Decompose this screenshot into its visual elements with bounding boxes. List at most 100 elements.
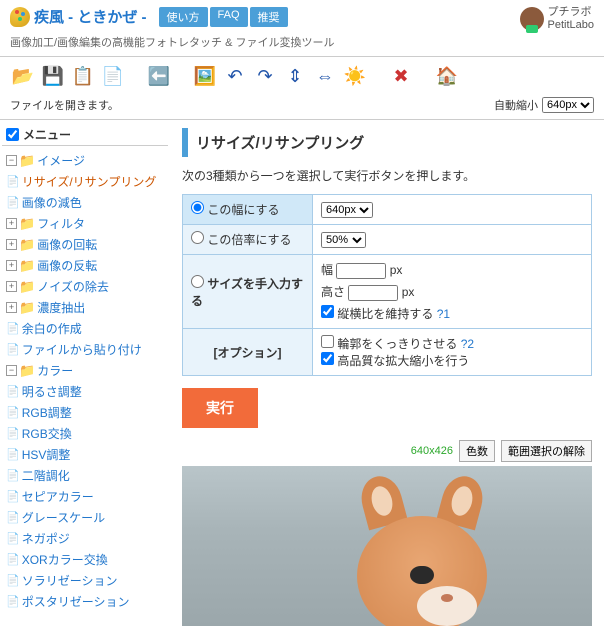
doc-icon: 📄 bbox=[6, 448, 20, 461]
tree-item[interactable]: リサイズ/リサンプリング bbox=[22, 173, 157, 190]
tree-item[interactable]: 余白の作成 bbox=[22, 320, 82, 337]
menu-title: メニュー bbox=[23, 126, 71, 143]
brand-icon bbox=[520, 7, 544, 31]
doc-icon: 📄 bbox=[6, 343, 20, 356]
options-label: [オプション] bbox=[183, 329, 313, 376]
auto-shrink-select[interactable]: 640px bbox=[542, 97, 594, 113]
tree-toggle[interactable]: + bbox=[6, 281, 17, 292]
folder-icon: 📁 bbox=[19, 363, 35, 379]
help2[interactable]: ?2 bbox=[461, 337, 474, 351]
doc-icon: 📄 bbox=[6, 469, 20, 482]
flip-h-icon[interactable]: ⇔ bbox=[312, 63, 338, 89]
tree-item[interactable]: 濃度抽出 bbox=[37, 299, 85, 316]
tree-item[interactable]: ソラリゼーション bbox=[22, 572, 118, 589]
h-label: 高さ bbox=[321, 285, 345, 299]
clear-selection-button[interactable]: 範囲選択の解除 bbox=[501, 440, 592, 462]
tree-item[interactable]: RGB調整 bbox=[22, 404, 72, 421]
tree-toggle[interactable]: + bbox=[6, 302, 17, 313]
tree-toggle[interactable]: − bbox=[6, 365, 17, 376]
radio-scale[interactable] bbox=[191, 231, 204, 244]
tree-toggle[interactable]: + bbox=[6, 239, 17, 250]
doc-icon: 📄 bbox=[6, 175, 20, 188]
width-select[interactable]: 640px bbox=[321, 202, 373, 218]
tree-item[interactable]: 二階調化 bbox=[22, 467, 70, 484]
tree-toggle[interactable]: + bbox=[6, 218, 17, 229]
save-icon[interactable]: 💾 bbox=[40, 63, 66, 89]
scale-select[interactable]: 50% bbox=[321, 232, 366, 248]
tree-item[interactable]: フィルタ bbox=[37, 215, 85, 232]
nav-recommend[interactable]: 推奨 bbox=[250, 7, 288, 27]
quality-check[interactable] bbox=[321, 352, 334, 365]
doc-icon: 📄 bbox=[6, 385, 20, 398]
status-text: ファイルを開きます。 bbox=[10, 97, 119, 113]
nav-howto[interactable]: 使い方 bbox=[159, 7, 208, 27]
tree-item[interactable]: ノイズの除去 bbox=[37, 278, 109, 295]
app-title[interactable]: 疾風 - ときかぜ - bbox=[34, 6, 147, 27]
folder-icon: 📁 bbox=[19, 279, 35, 295]
tree-item[interactable]: RGB交換 bbox=[22, 425, 72, 442]
outline-check[interactable] bbox=[321, 335, 334, 348]
delete-icon[interactable]: ✖ bbox=[388, 63, 414, 89]
brand-jp: プチラボ bbox=[548, 6, 594, 19]
doc-icon: 📄 bbox=[6, 322, 20, 335]
home-icon[interactable]: 🏠 bbox=[434, 63, 460, 89]
doc-icon: 📄 bbox=[6, 553, 20, 566]
paste-icon[interactable]: 📄 bbox=[100, 63, 126, 89]
rotate-right-icon[interactable]: ↷ bbox=[252, 63, 278, 89]
doc-icon: 📄 bbox=[6, 406, 20, 419]
tree-item[interactable]: 明るさ調整 bbox=[22, 383, 82, 400]
brand-en: PetitLabo bbox=[548, 19, 594, 32]
tree-item[interactable]: 画像の減色 bbox=[22, 194, 82, 211]
tree-item[interactable]: XORカラー交換 bbox=[22, 551, 108, 568]
tree-item[interactable]: セピアカラー bbox=[22, 488, 94, 505]
ratio-check[interactable] bbox=[321, 305, 334, 318]
flip-v-icon[interactable]: ⇕ bbox=[282, 63, 308, 89]
palette-icon bbox=[10, 7, 30, 27]
doc-icon: 📄 bbox=[6, 595, 20, 608]
opt-width-label: この幅にする bbox=[207, 203, 279, 217]
menu-toggle[interactable] bbox=[6, 128, 19, 141]
tree-item[interactable]: HSV調整 bbox=[22, 446, 71, 463]
doc-icon: 📄 bbox=[6, 427, 20, 440]
crop-icon[interactable]: 🖼️ bbox=[192, 63, 218, 89]
brightness-icon[interactable]: ☀️ bbox=[342, 63, 368, 89]
image-preview[interactable] bbox=[182, 466, 592, 626]
doc-icon: 📄 bbox=[6, 196, 20, 209]
tree-item[interactable]: グレースケール bbox=[22, 509, 105, 526]
folder-icon: 📁 bbox=[19, 300, 35, 316]
colors-button[interactable]: 色数 bbox=[459, 440, 495, 462]
image-dims: 640x426 bbox=[411, 445, 453, 457]
doc-icon: 📄 bbox=[6, 574, 20, 587]
open-icon[interactable]: 📂 bbox=[10, 63, 36, 89]
tree-item[interactable]: 画像の反転 bbox=[37, 257, 97, 274]
doc-icon: 📄 bbox=[6, 532, 20, 545]
nav-faq[interactable]: FAQ bbox=[210, 7, 248, 27]
tree-item[interactable]: ポスタリゼーション bbox=[22, 593, 130, 610]
w-label: 幅 bbox=[321, 263, 333, 277]
rotate-left-icon[interactable]: ↶ bbox=[222, 63, 248, 89]
help1[interactable]: ?1 bbox=[437, 307, 450, 321]
undo-icon[interactable]: ⬅️ bbox=[146, 63, 172, 89]
height-input[interactable] bbox=[348, 285, 398, 301]
width-input[interactable] bbox=[336, 263, 386, 279]
tree-group[interactable]: カラー bbox=[37, 362, 73, 379]
radio-manual[interactable] bbox=[191, 275, 204, 288]
quality-label: 高品質な拡大縮小を行う bbox=[337, 354, 469, 368]
page-title: リサイズ/リサンプリング bbox=[182, 128, 592, 157]
tree-item[interactable]: ネガポジ bbox=[22, 530, 70, 547]
tree-toggle[interactable]: + bbox=[6, 260, 17, 271]
tree-toggle[interactable]: − bbox=[6, 155, 17, 166]
radio-width[interactable] bbox=[191, 201, 204, 214]
tree-item[interactable]: ファイルから貼り付け bbox=[22, 341, 142, 358]
doc-icon: 📄 bbox=[6, 490, 20, 503]
tree-group[interactable]: イメージ bbox=[37, 152, 85, 169]
copy-icon[interactable]: 📋 bbox=[70, 63, 96, 89]
opt-manual-label: サイズを手入力する bbox=[191, 277, 303, 308]
tree-item[interactable]: 画像の回転 bbox=[37, 236, 97, 253]
brand-logo[interactable]: プチラボ PetitLabo bbox=[520, 6, 594, 32]
doc-icon: 📄 bbox=[6, 511, 20, 524]
folder-icon: 📁 bbox=[19, 216, 35, 232]
folder-icon: 📁 bbox=[19, 237, 35, 253]
execute-button[interactable]: 実行 bbox=[182, 388, 258, 428]
folder-icon: 📁 bbox=[19, 258, 35, 274]
